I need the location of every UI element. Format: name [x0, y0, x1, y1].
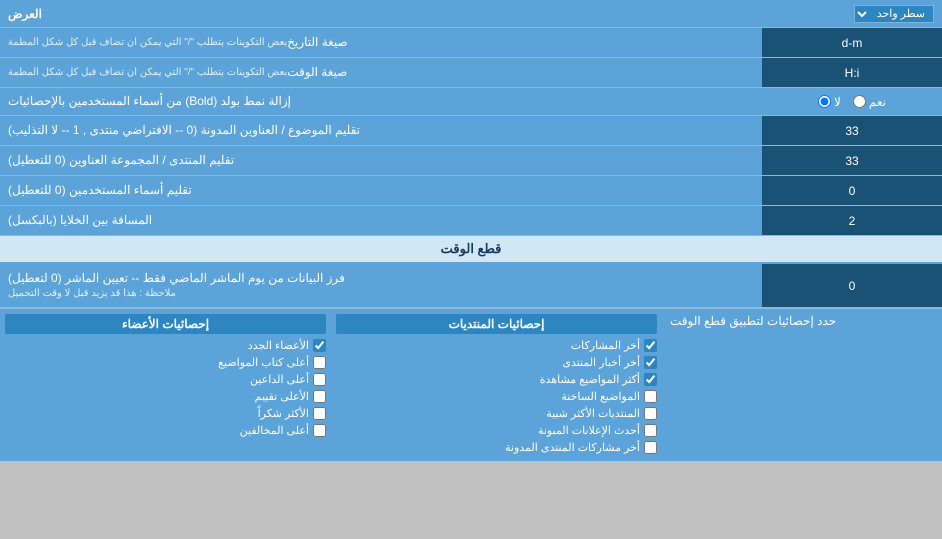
radio-yes-label[interactable]: نعم [853, 95, 886, 109]
topic-subject-label: تقليم الموضوع / العناوين المدونة (0 -- ا… [0, 116, 762, 145]
time-format-label: صيغة الوقت بعض التكوينات يتطلب "/" التي … [0, 58, 762, 87]
date-format-row: صيغة التاريخ بعض التكوينات يتطلب "/" الت… [0, 28, 942, 58]
checkbox-forum-2[interactable] [644, 356, 657, 369]
cells-gap-input-wrap[interactable] [762, 206, 942, 235]
list-item: أعلى كتاب المواضيع [5, 354, 326, 371]
usernames-input-wrap[interactable] [762, 176, 942, 205]
forum-group-input[interactable] [767, 154, 937, 168]
topic-subject-input[interactable] [767, 124, 937, 138]
checkbox-forum-4[interactable] [644, 390, 657, 403]
bold-remove-row: نعم لا إزالة نمط بولد (Bold) من أسماء ال… [0, 88, 942, 116]
list-item: أخر المشاركات [336, 337, 657, 354]
forum-group-row: تقليم المنتدى / المجموعة العناوين (0 للت… [0, 146, 942, 176]
radio-no[interactable] [818, 95, 831, 108]
list-item: الأعلى تقييم [5, 388, 326, 405]
date-format-input-wrap[interactable] [762, 28, 942, 57]
stats-section: حدد إحصائيات لتطبيق قطع الوقت إحصائيات ا… [0, 308, 942, 461]
realtime-label: فرز البيانات من يوم الماشر الماضي فقط --… [0, 264, 762, 307]
checkbox-forum-6[interactable] [644, 424, 657, 437]
lines-select[interactable]: سطر واحد سطرين ثلاثة أسطر [854, 5, 934, 23]
checkbox-member-3[interactable] [313, 373, 326, 386]
list-item: أكثر المواضيع مشاهدة [336, 371, 657, 388]
list-item: أعلى المخالفين [5, 422, 326, 439]
date-format-label: صيغة التاريخ بعض التكوينات يتطلب "/" الت… [0, 28, 762, 57]
list-item: المواضيع الساخنة [336, 388, 657, 405]
usernames-row: تقليم أسماء المستخدمين (0 للتعطيل) [0, 176, 942, 206]
cells-gap-label: المسافة بين الخلايا (بالبكسل) [0, 206, 762, 235]
main-container: سطر واحد سطرين ثلاثة أسطر العرض صيغة الت… [0, 0, 942, 461]
list-item: أحدث الإعلانات المبونة [336, 422, 657, 439]
checkbox-member-4[interactable] [313, 390, 326, 403]
list-item: الأعضاء الجدد [5, 337, 326, 354]
time-format-row: صيغة الوقت بعض التكوينات يتطلب "/" التي … [0, 58, 942, 88]
time-format-input-wrap[interactable] [762, 58, 942, 87]
forums-col-title: إحصائيات المنتديات [336, 314, 657, 334]
list-item: أخر أخبار المنتدى [336, 354, 657, 371]
bold-remove-label: إزالة نمط بولد (Bold) من أسماء المستخدمي… [0, 88, 762, 115]
topic-subject-input-wrap[interactable] [762, 116, 942, 145]
stats-col-forums: إحصائيات المنتديات أخر المشاركات أخر أخب… [336, 314, 657, 456]
realtime-input-wrap[interactable] [762, 264, 942, 307]
cells-gap-row: المسافة بين الخلايا (بالبكسل) [0, 206, 942, 236]
header-title: العرض [8, 7, 42, 21]
checkbox-member-5[interactable] [313, 407, 326, 420]
members-col-title: إحصائيات الأعضاء [5, 314, 326, 334]
stats-columns: إحصائيات المنتديات أخر المشاركات أخر أخب… [0, 309, 662, 461]
select-wrap[interactable]: سطر واحد سطرين ثلاثة أسطر [854, 5, 934, 23]
radio-yes[interactable] [853, 95, 866, 108]
checkbox-forum-1[interactable] [644, 339, 657, 352]
cells-gap-input[interactable] [767, 214, 937, 228]
radio-no-label[interactable]: لا [818, 95, 841, 109]
checkbox-member-2[interactable] [313, 356, 326, 369]
checkbox-member-1[interactable] [313, 339, 326, 352]
realtime-input[interactable] [767, 279, 937, 293]
list-item: أعلى الداعين [5, 371, 326, 388]
list-item: أخر مشاركات المنتدى المدونة [336, 439, 657, 456]
stats-col-members: إحصائيات الأعضاء الأعضاء الجدد أعلى كتاب… [5, 314, 326, 456]
checkbox-forum-5[interactable] [644, 407, 657, 420]
checkbox-member-6[interactable] [313, 424, 326, 437]
header-row: سطر واحد سطرين ثلاثة أسطر العرض [0, 0, 942, 28]
list-item: المنتديات الأكثر شبية [336, 405, 657, 422]
checkbox-forum-7[interactable] [644, 441, 657, 454]
usernames-label: تقليم أسماء المستخدمين (0 للتعطيل) [0, 176, 762, 205]
realtime-row: فرز البيانات من يوم الماشر الماضي فقط --… [0, 264, 942, 308]
checkbox-forum-3[interactable] [644, 373, 657, 386]
time-format-input[interactable] [767, 66, 937, 80]
topic-subject-row: تقليم الموضوع / العناوين المدونة (0 -- ا… [0, 116, 942, 146]
forum-group-label: تقليم المنتدى / المجموعة العناوين (0 للت… [0, 146, 762, 175]
forum-group-input-wrap[interactable] [762, 146, 942, 175]
usernames-input[interactable] [767, 184, 937, 198]
date-format-input[interactable] [767, 36, 937, 50]
stats-section-label: حدد إحصائيات لتطبيق قطع الوقت [662, 309, 942, 461]
realtime-section-header: قطع الوقت [0, 236, 942, 264]
bold-remove-input-wrap: نعم لا [762, 92, 942, 112]
list-item: الأكثر شكراً [5, 405, 326, 422]
